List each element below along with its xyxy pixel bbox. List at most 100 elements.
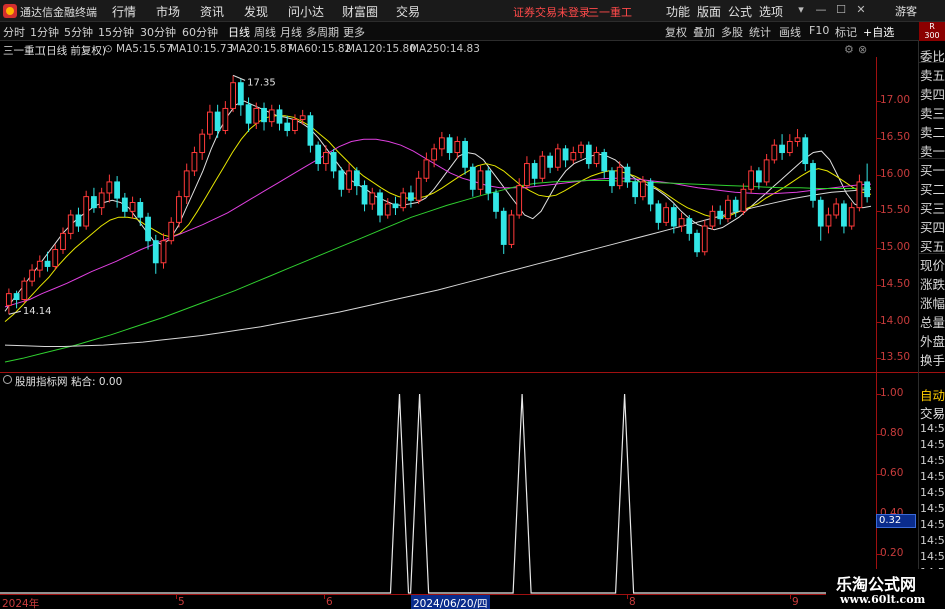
adjust-button[interactable]: 复权 bbox=[665, 24, 687, 40]
candle-up bbox=[5, 293, 12, 306]
period-weekly[interactable]: 周线 bbox=[254, 24, 276, 40]
f10-button[interactable]: F10 bbox=[809, 24, 829, 37]
candle-down bbox=[802, 137, 809, 165]
legend-ma250-label: MA250: bbox=[410, 43, 450, 55]
date-month-6: 6 bbox=[326, 596, 333, 608]
period-more[interactable]: 更多 bbox=[343, 24, 365, 40]
date-tick bbox=[790, 595, 791, 599]
trade-time: 14:56 bbox=[920, 438, 945, 451]
candle-up bbox=[183, 170, 190, 198]
price-axis-label: 17.00 bbox=[880, 94, 911, 107]
candle-down bbox=[493, 192, 499, 212]
candle-up bbox=[423, 159, 430, 179]
maximize-icon[interactable]: ☐ bbox=[834, 3, 848, 17]
chart-settings-icon[interactable]: ⚙ bbox=[844, 43, 854, 56]
candle-down bbox=[670, 207, 677, 227]
candle-down bbox=[377, 192, 383, 216]
period-15min[interactable]: 15分钟 bbox=[98, 24, 134, 40]
menu-market[interactable]: 市场 bbox=[156, 3, 180, 20]
menu-trade[interactable]: 交易 bbox=[396, 3, 420, 20]
period-1min[interactable]: 1分钟 bbox=[30, 24, 59, 40]
candle-down bbox=[330, 152, 337, 172]
overlay-button[interactable]: 叠加 bbox=[693, 24, 715, 40]
indicator-chart[interactable] bbox=[0, 372, 876, 594]
date-month-5: 5 bbox=[178, 596, 185, 608]
candle-up bbox=[516, 185, 523, 216]
candle-down bbox=[91, 196, 97, 209]
high-mark-pointer bbox=[232, 74, 246, 81]
candle-up bbox=[222, 107, 229, 131]
candle-down bbox=[121, 197, 128, 212]
candle-down bbox=[624, 166, 631, 183]
indicator-toggle-icon[interactable] bbox=[3, 375, 12, 384]
legend-ma5: MA5:15.57 bbox=[116, 43, 173, 55]
candle-down bbox=[779, 144, 785, 154]
menu-wealth-circle[interactable]: 财富圈 bbox=[342, 3, 378, 20]
candle-up bbox=[60, 232, 66, 251]
candlestick-chart[interactable]: 17.35 14.14 bbox=[0, 57, 876, 373]
menu-dropdown-icon[interactable]: ▾ bbox=[794, 3, 808, 17]
tab-auto[interactable]: 自动 bbox=[920, 385, 945, 404]
period-daily[interactable]: 日线 bbox=[228, 24, 250, 40]
candle-down bbox=[469, 166, 476, 190]
candle-down bbox=[338, 170, 345, 190]
menu-news[interactable]: 资讯 bbox=[200, 3, 224, 20]
menu-ask-xiaoda[interactable]: 问小达 bbox=[288, 3, 324, 20]
period-5min[interactable]: 5分钟 bbox=[64, 24, 93, 40]
candle-up bbox=[292, 118, 298, 131]
candle-down bbox=[500, 210, 507, 245]
candle-up bbox=[640, 181, 646, 198]
candle-up bbox=[52, 249, 59, 267]
multi-stock-button[interactable]: 多股 bbox=[721, 24, 743, 40]
quote-item-ask4: 卖四 bbox=[920, 87, 945, 102]
candle-down bbox=[353, 170, 360, 187]
candle-up bbox=[678, 218, 685, 227]
minimize-icon[interactable]: — bbox=[814, 3, 828, 17]
menu-options[interactable]: 选项 bbox=[759, 3, 783, 20]
candle-down bbox=[214, 111, 221, 131]
legend-ma5-label: MA5: bbox=[116, 43, 143, 55]
period-intraday[interactable]: 分时 bbox=[3, 24, 25, 40]
trade-time: 14:56 bbox=[920, 422, 945, 435]
price-axis-label: 13.50 bbox=[880, 351, 911, 364]
menu-functions[interactable]: 功能 bbox=[666, 3, 690, 20]
indicator-axis-label: 0.80 bbox=[880, 427, 904, 439]
candle-down bbox=[44, 260, 51, 267]
candle-down bbox=[307, 115, 314, 146]
guest-user[interactable]: 游客 bbox=[895, 3, 917, 19]
menu-formula[interactable]: 公式 bbox=[728, 3, 752, 20]
candle-up bbox=[160, 240, 167, 264]
period-60min[interactable]: 60分钟 bbox=[182, 24, 218, 40]
chart-close-icon[interactable]: ⊗ bbox=[858, 43, 867, 56]
close-icon[interactable]: ✕ bbox=[854, 3, 868, 17]
statistics-button[interactable]: 统计 bbox=[749, 24, 771, 40]
candle-up bbox=[384, 203, 391, 216]
period-30min[interactable]: 30分钟 bbox=[140, 24, 176, 40]
trade-time: 14:56 bbox=[920, 454, 945, 467]
trade-time: 14:56 bbox=[920, 502, 945, 515]
add-watchlist-button[interactable]: +自选 bbox=[863, 24, 894, 40]
draw-line-button[interactable]: 画线 bbox=[779, 24, 801, 40]
candle-down bbox=[261, 107, 267, 123]
candle-up bbox=[786, 141, 793, 154]
menu-market-quotes[interactable]: 行情 bbox=[112, 3, 136, 20]
period-monthly[interactable]: 月线 bbox=[280, 24, 302, 40]
date-tick bbox=[324, 595, 325, 599]
candle-up bbox=[539, 155, 546, 179]
candle-down bbox=[13, 293, 20, 301]
legend-settings-icon[interactable]: ⊙ bbox=[104, 43, 113, 55]
candle-up bbox=[709, 210, 716, 227]
corner-badge[interactable]: R 300 bbox=[919, 22, 945, 41]
menu-discover[interactable]: 发现 bbox=[244, 3, 268, 20]
indicator-axis-label: 0.20 bbox=[880, 547, 904, 559]
candle-down bbox=[810, 163, 816, 201]
mark-button[interactable]: 标记 bbox=[835, 24, 857, 40]
tab-trades[interactable]: 交易 bbox=[920, 403, 945, 422]
menu-layout[interactable]: 版面 bbox=[697, 3, 721, 20]
period-multi[interactable]: 多周期 bbox=[306, 24, 339, 40]
indicator-name[interactable]: 股朋指标网 bbox=[15, 374, 68, 389]
candle-up bbox=[199, 133, 206, 154]
candle-down bbox=[245, 104, 252, 124]
indicator-readout: 0.32 bbox=[876, 514, 916, 528]
trade-time: 14:56 bbox=[920, 518, 945, 531]
